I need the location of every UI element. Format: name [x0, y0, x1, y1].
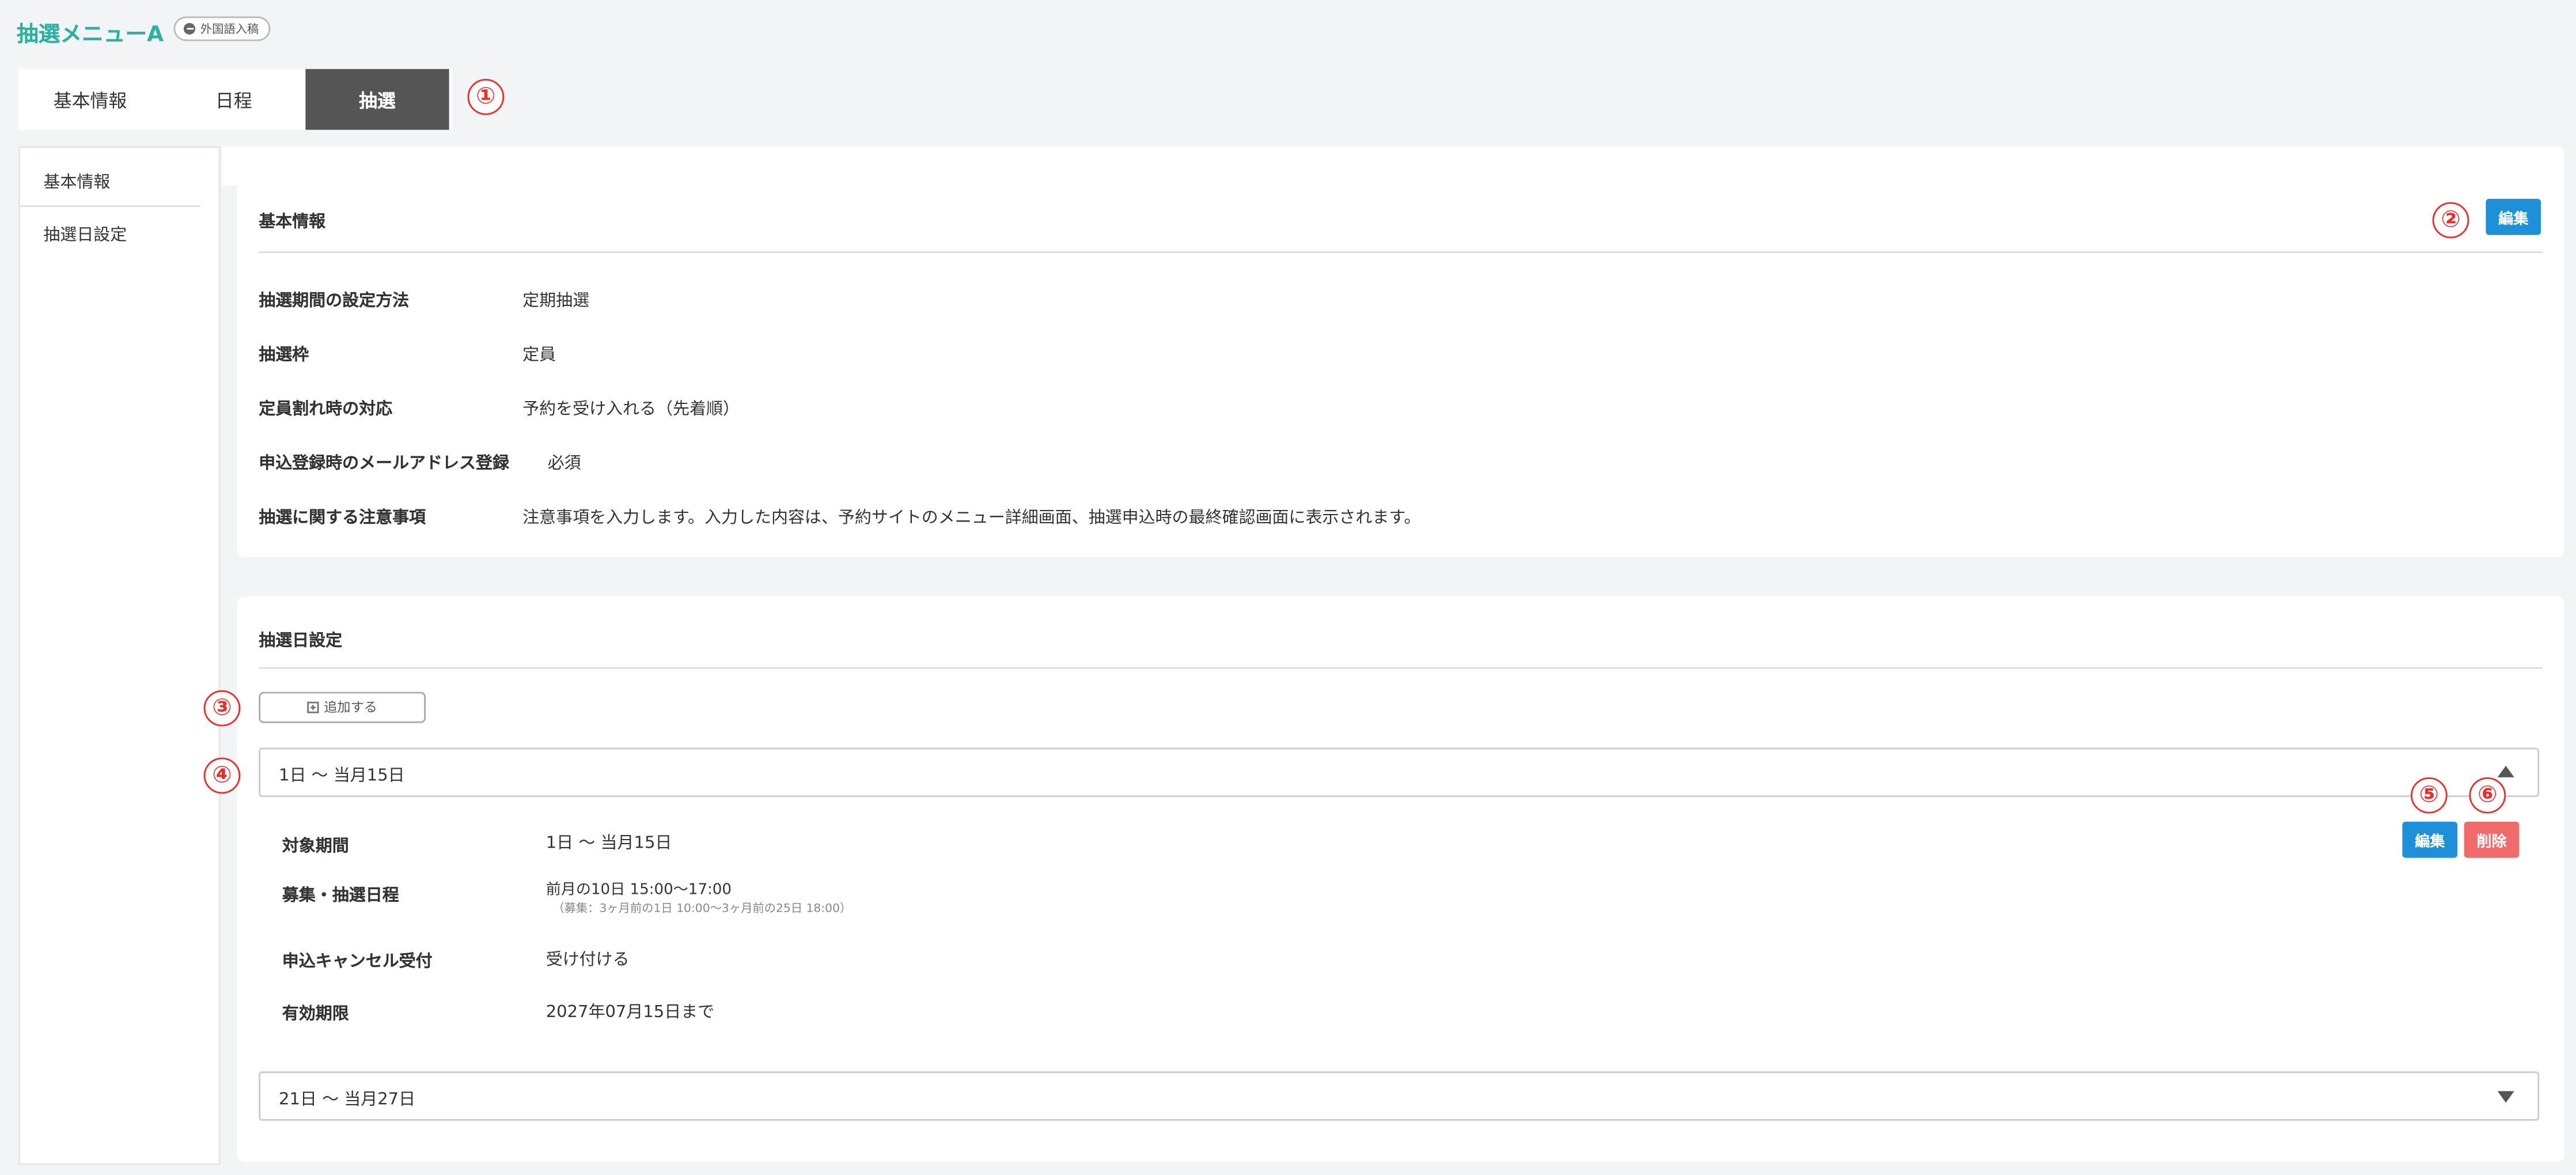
detail-label-schedule: 募集・抽選日程: [282, 887, 399, 906]
accordion-header-label: 21日 〜 当月27日: [278, 1090, 416, 1109]
sidenav-item-lottery-dates[interactable]: 抽選日設定: [20, 207, 200, 258]
row-value-email-registration: 必須: [547, 455, 581, 474]
basic-info-title: 基本情報: [259, 213, 326, 232]
tab-bar: 基本情報 日程 抽選: [18, 69, 453, 130]
basic-info-card: 基本情報 編集 抽選期間の設定方法 定期抽選 抽選枠 定員 定員割れ時の対応 予…: [237, 146, 2564, 557]
detail-value-expiry: 2027年07月15日まで: [545, 1004, 715, 1022]
basic-info-edit-button[interactable]: 編集: [2486, 199, 2541, 235]
add-lottery-date-button[interactable]: 追加する: [259, 692, 426, 723]
screen: 抽選メニューA 外国語入稿 基本情報 日程 抽選 ① 基本情報 抽選日設定 « …: [0, 0, 2576, 1175]
annotation-marker-2: ②: [2432, 202, 2469, 239]
chevron-up-icon: [2497, 765, 2514, 777]
tab-schedule[interactable]: 日程: [162, 69, 305, 130]
minus-circle-icon: [183, 22, 196, 35]
detail-value-cancellation: 受け付ける: [545, 951, 630, 970]
tab-lottery[interactable]: 抽選: [305, 69, 449, 130]
lottery-dates-title: 抽選日設定: [259, 632, 343, 651]
annotation-marker-5: ⑤: [2411, 777, 2448, 814]
row-value-lottery-frame: 定員: [522, 346, 556, 365]
sidenav-item-basic-info[interactable]: 基本情報: [20, 154, 200, 207]
row-label-lottery-frame: 抽選枠: [259, 346, 309, 365]
row-label-setting-method: 抽選期間の設定方法: [259, 292, 410, 311]
language-badge: 外国語入稿: [173, 16, 271, 41]
detail-sub-recruitment: （募集：3ヶ月前の1日 10:00〜3ヶ月前の25日 18:00）: [552, 902, 852, 916]
add-button-label: 追加する: [324, 700, 377, 715]
side-nav: 基本情報 抽選日設定: [18, 146, 221, 1165]
tab-basic-info[interactable]: 基本情報: [18, 69, 162, 130]
lottery-date-delete-button[interactable]: 削除: [2464, 821, 2520, 858]
divider: [259, 251, 2543, 254]
plus-square-icon: [307, 701, 319, 713]
row-value-setting-method: 定期抽選: [522, 292, 590, 311]
row-label-undersubscribed: 定員割れ時の対応: [259, 401, 393, 420]
annotation-marker-1: ①: [467, 78, 505, 115]
detail-label-cancellation: 申込キャンセル受付: [282, 953, 433, 972]
lottery-date-edit-button[interactable]: 編集: [2402, 821, 2458, 858]
chevron-down-icon: [2497, 1091, 2514, 1103]
lottery-dates-card: 抽選日設定 追加する 1日 〜 当月15日 編集 削除 対象期間 1日 〜 当月…: [237, 596, 2564, 1162]
page-title: 抽選メニューA: [16, 22, 164, 48]
row-value-undersubscribed: 予約を受け入れる（先着順）: [522, 401, 740, 420]
lottery-date-accordion-2[interactable]: 21日 〜 当月27日: [259, 1071, 2540, 1121]
badge-label: 外国語入稿: [200, 22, 259, 36]
divider: [259, 667, 2543, 669]
row-value-notes: 注意事項を入力します。入力した内容は、予約サイトのメニュー詳細画面、抽選申込時の…: [522, 509, 1421, 528]
row-label-email-registration: 申込登録時のメールアドレス登録: [259, 455, 509, 474]
annotation-marker-3: ③: [203, 690, 241, 727]
accordion-header-label: 1日 〜 当月15日: [278, 766, 405, 785]
detail-value-schedule: 前月の10日 15:00〜17:00: [545, 882, 732, 899]
detail-label-target-period: 対象期間: [282, 838, 349, 856]
detail-value-target-period: 1日 〜 当月15日: [545, 834, 672, 853]
lottery-date-accordion-1[interactable]: 1日 〜 当月15日: [259, 747, 2540, 798]
annotation-marker-4: ④: [203, 757, 241, 794]
detail-label-expiry: 有効期限: [282, 1006, 349, 1024]
annotation-marker-6: ⑥: [2469, 777, 2506, 814]
row-label-notes: 抽選に関する注意事項: [259, 509, 426, 528]
